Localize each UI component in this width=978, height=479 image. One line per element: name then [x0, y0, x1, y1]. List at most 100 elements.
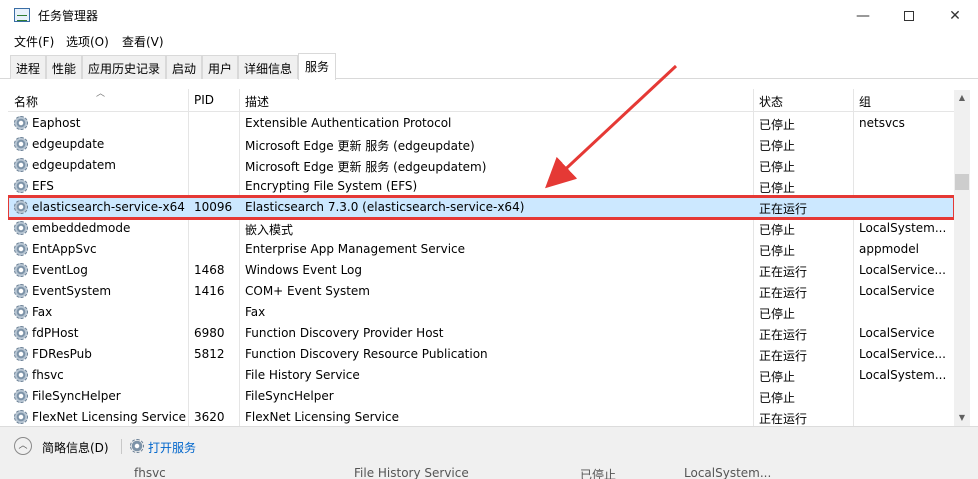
scroll-thumb[interactable] [955, 174, 969, 190]
service-pid [194, 134, 238, 155]
service-status: 已停止 [759, 307, 796, 321]
service-description: File History Service [245, 368, 360, 382]
service-description: Elasticsearch 7.3.0 (elasticsearch-servi… [245, 200, 525, 214]
gear-icon [14, 200, 28, 214]
tab-details[interactable]: 详细信息 [238, 55, 298, 79]
table-row[interactable]: elasticsearch-service-x64 10096 Elasticsea… [8, 195, 956, 220]
close-button[interactable]: ✕ [932, 0, 978, 31]
service-pid: 6980 [194, 326, 225, 340]
service-description: COM+ Event System [245, 284, 370, 298]
service-pid: 10096 [194, 200, 233, 214]
tab-services[interactable]: 服务 [298, 53, 336, 80]
service-group [859, 155, 953, 176]
service-status: 正在运行 [759, 202, 808, 216]
service-status: 正在运行 [759, 328, 808, 342]
service-description: 嵌入模式 [245, 223, 294, 237]
minimize-button[interactable]: — [840, 0, 886, 31]
tab-app-history[interactable]: 应用历史记录 [82, 55, 166, 79]
table-row[interactable]: EntAppSvc Enterprise App Management Servi… [8, 239, 954, 260]
service-status: 已停止 [759, 181, 796, 195]
gear-icon [14, 137, 28, 151]
service-group: netsvcs [859, 116, 905, 130]
service-group [859, 197, 953, 218]
service-pid [194, 155, 238, 176]
gear-icon [14, 242, 28, 256]
gear-icon [14, 305, 28, 319]
service-status: 已停止 [759, 391, 796, 405]
service-status: 已停止 [759, 370, 796, 384]
service-name: fdPHost [14, 323, 190, 344]
sort-ascending-icon: ︿ [96, 89, 106, 99]
service-name-text: edgeupdatem [32, 158, 116, 172]
column-header-description[interactable]: 描述 [239, 89, 753, 112]
tab-users[interactable]: 用户 [202, 55, 238, 79]
table-row[interactable]: FlexNet Licensing Service 3620 FlexNet Lic… [8, 407, 954, 426]
table-row[interactable]: FDResPub 5812 Function Discovery Resource … [8, 344, 954, 365]
table-row[interactable]: FileSyncHelper FileSyncHelper 已停止 [8, 386, 954, 407]
open-services-link[interactable]: 打开服务 [148, 439, 196, 456]
service-group [859, 407, 953, 426]
service-description: FileSyncHelper [245, 389, 334, 403]
table-row[interactable]: Eaphost Extensible Authentication Protoco… [8, 113, 954, 134]
service-description: Function Discovery Resource Publication [245, 347, 488, 361]
ghost-group: LocalSystem... [684, 466, 772, 479]
service-pid: 1416 [194, 284, 225, 298]
service-name-text: edgeupdate [32, 137, 105, 151]
gear-icon [130, 439, 144, 453]
service-group: LocalService [859, 284, 935, 298]
service-group: LocalSystem... [859, 368, 947, 382]
service-name-text: embeddedmode [32, 221, 131, 235]
ghost-name: fhsvc [134, 466, 166, 479]
table-row[interactable]: EventSystem 1416 COM+ Event System 正在运行 Loca… [8, 281, 954, 302]
service-name-text: EntAppSvc [32, 242, 97, 256]
service-name-text: EFS [32, 179, 54, 193]
column-header-group[interactable]: 组 [853, 89, 953, 112]
service-description: Windows Event Log [245, 263, 363, 277]
service-name: EFS [14, 176, 190, 197]
service-pid [194, 365, 238, 386]
table-body: Eaphost Extensible Authentication Protoco… [8, 113, 956, 426]
chevron-up-icon[interactable]: ︿ [14, 437, 32, 455]
table-row[interactable]: edgeupdate Microsoft Edge 更新 服务 (edgeupda… [8, 134, 954, 155]
tab-startup[interactable]: 启动 [166, 55, 202, 79]
table-row[interactable]: Fax Fax 已停止 [8, 302, 954, 323]
table-row[interactable]: EventLog 1468 Windows Event Log 正在运行 LocalSe… [8, 260, 954, 281]
service-status: 正在运行 [759, 349, 808, 363]
title-bar: 任务管理器 — ✕ [0, 0, 978, 31]
service-group: LocalSystem... [859, 221, 947, 235]
service-group: LocalService [859, 326, 935, 340]
column-header-status[interactable]: 状态 [753, 89, 853, 112]
brief-info-button[interactable]: 简略信息(D) [42, 439, 109, 456]
table-row[interactable]: fdPHost 6980 Function Discovery Provider H… [8, 323, 954, 344]
vertical-scrollbar[interactable]: ▲ ▼ [954, 90, 970, 426]
service-name: elasticsearch-service-x64 [14, 197, 190, 218]
scroll-up-icon[interactable]: ▲ [954, 90, 970, 106]
service-status: 正在运行 [759, 265, 808, 279]
tab-processes[interactable]: 进程 [10, 55, 46, 79]
column-header-pid[interactable]: PID [188, 89, 240, 112]
service-name: edgeupdate [14, 134, 190, 155]
gear-icon [14, 158, 28, 172]
menu-file[interactable]: 文件(F) [14, 33, 54, 50]
tab-performance[interactable]: 性能 [46, 55, 82, 79]
table-row[interactable]: edgeupdatem Microsoft Edge 更新 服务 (edgeupd… [8, 155, 954, 176]
menu-options[interactable]: 选项(O) [66, 33, 109, 50]
gear-icon [14, 221, 28, 235]
table-row[interactable]: fhsvc File History Service 已停止 LocalSystem.… [8, 365, 954, 386]
table-row[interactable]: EFS Encrypting File System (EFS) 已停止 [8, 176, 954, 197]
service-name: EventSystem [14, 281, 190, 302]
scroll-down-icon[interactable]: ▼ [954, 410, 970, 426]
service-group [859, 386, 953, 407]
service-group: appmodel [859, 242, 919, 256]
service-pid [194, 386, 238, 407]
table-header: 名称 ︿ PID 描述 状态 组 [8, 89, 954, 112]
table-row[interactable]: embeddedmode 嵌入模式 已停止 LocalSystem... [8, 218, 954, 239]
menu-view[interactable]: 查看(V) [122, 33, 164, 50]
service-pid [194, 302, 238, 323]
column-header-name[interactable]: 名称 ︿ [8, 89, 188, 112]
ghost-status: 已停止 [580, 468, 617, 479]
service-description: Microsoft Edge 更新 服务 (edgeupdatem) [245, 160, 487, 174]
service-status: 已停止 [759, 118, 796, 132]
gear-icon [14, 263, 28, 277]
maximize-button[interactable] [886, 0, 932, 31]
